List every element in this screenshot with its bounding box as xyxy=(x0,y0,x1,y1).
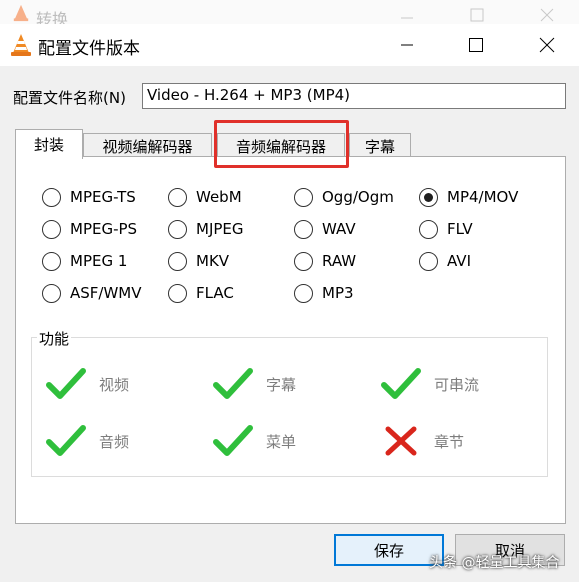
radio-label: Ogg/Ogm xyxy=(322,188,394,206)
feature-streamable: 可串流 xyxy=(380,366,479,402)
save-button[interactable]: 保存 xyxy=(334,534,444,566)
radio-label: FLV xyxy=(447,220,473,238)
maximize-icon xyxy=(470,8,484,22)
radio-label: RAW xyxy=(322,252,357,270)
profile-name-input[interactable]: Video - H.264 + MP3 (MP4) xyxy=(142,83,566,109)
dialog-title: 配置文件版本 xyxy=(38,39,140,59)
radio-circle xyxy=(168,251,187,271)
features-group-label: 功能 xyxy=(37,328,72,349)
radio-webm[interactable]: WebM xyxy=(168,185,242,209)
feature-subtitles: 字幕 xyxy=(212,366,296,402)
feature-audio: 音频 xyxy=(45,423,129,459)
radio-circle xyxy=(42,219,61,239)
radio-circle xyxy=(419,219,438,239)
vlc-cone-icon xyxy=(13,4,29,22)
radio-mjpeg[interactable]: MJPEG xyxy=(168,217,244,241)
radio-mpeg-ts[interactable]: MPEG-TS xyxy=(42,185,136,209)
radio-raw[interactable]: RAW xyxy=(294,249,356,273)
radio-circle xyxy=(294,251,313,271)
radio-ogg-ogm[interactable]: Ogg/Ogm xyxy=(294,185,394,209)
radio-wav[interactable]: WAV xyxy=(294,217,356,241)
feature-menu: 菜单 xyxy=(212,423,296,459)
radio-mkv[interactable]: MKV xyxy=(168,249,229,273)
radio-mp3[interactable]: MP3 xyxy=(294,281,354,305)
feature-label: 音频 xyxy=(99,432,130,451)
feature-label: 可串流 xyxy=(434,375,480,394)
feature-label: 章节 xyxy=(434,432,465,451)
tab-label: 封装 xyxy=(33,136,64,154)
check-icon xyxy=(213,368,253,399)
radio-label: MJPEG xyxy=(196,220,244,238)
feature-chapters: 章节 xyxy=(380,423,464,459)
feature-label: 视频 xyxy=(99,375,130,394)
radio-label: WebM xyxy=(196,188,242,206)
radio-label: ASF/WMV xyxy=(70,284,142,302)
radio-circle xyxy=(294,219,313,239)
close-button[interactable] xyxy=(524,24,570,66)
radio-flv[interactable]: FLV xyxy=(419,217,473,241)
profile-name-label: 配置文件名称(N) xyxy=(13,89,126,107)
feature-label: 字幕 xyxy=(266,375,297,394)
cross-icon xyxy=(385,426,417,456)
tab-encapsulation[interactable]: 封装 xyxy=(15,129,83,159)
radio-label: MPEG-TS xyxy=(70,188,136,206)
tab-label: 字幕 xyxy=(364,138,395,156)
radio-mpeg-ps[interactable]: MPEG-PS xyxy=(42,217,137,241)
maximize-icon xyxy=(469,38,483,52)
minimize-icon xyxy=(401,44,413,46)
minimize-icon xyxy=(401,17,413,19)
radio-circle xyxy=(42,283,61,303)
tab-label: 视频编解码器 xyxy=(102,138,193,156)
watermark-text: 头条 @轻量工具集合 xyxy=(429,555,560,571)
radio-selected-dot xyxy=(424,192,433,202)
radio-circle xyxy=(419,251,438,271)
radio-label: FLAC xyxy=(196,284,234,302)
radio-label: AVI xyxy=(447,252,471,270)
radio-label: MPEG-PS xyxy=(70,220,138,238)
radio-label: MP4/MOV xyxy=(447,188,519,206)
check-icon xyxy=(46,368,86,399)
close-icon xyxy=(540,8,554,22)
tab-label: 音频编解码器 xyxy=(235,138,326,156)
feature-video: 视频 xyxy=(45,366,129,402)
feature-label: 菜单 xyxy=(266,432,297,451)
check-icon xyxy=(381,368,421,399)
check-icon xyxy=(46,425,86,456)
radio-circle xyxy=(168,283,187,303)
dialog-titlebar: 配置文件版本 xyxy=(0,24,579,66)
radio-label: MKV xyxy=(196,252,230,270)
save-button-label: 保存 xyxy=(373,541,404,560)
vlc-cone-icon xyxy=(11,34,31,56)
maximize-button[interactable] xyxy=(453,24,499,66)
radio-asf-wmv[interactable]: ASF/WMV xyxy=(42,281,142,305)
background-window-titlebar: 转换 xyxy=(0,0,579,29)
radio-circle xyxy=(42,251,61,271)
radio-avi[interactable]: AVI xyxy=(419,249,471,273)
close-icon xyxy=(539,37,555,53)
radio-label: MPEG 1 xyxy=(70,252,128,270)
radio-circle xyxy=(42,187,61,207)
radio-label: MP3 xyxy=(322,284,354,302)
radio-circle xyxy=(294,187,313,207)
radio-label: WAV xyxy=(322,220,356,238)
radio-mp4-mov[interactable]: MP4/MOV xyxy=(419,185,518,209)
radio-flac[interactable]: FLAC xyxy=(168,281,234,305)
check-icon xyxy=(213,425,253,456)
radio-circle xyxy=(168,187,187,207)
radio-circle xyxy=(419,187,438,207)
radio-circle xyxy=(294,283,313,303)
minimize-button[interactable] xyxy=(384,24,430,66)
radio-circle xyxy=(168,219,187,239)
radio-mpeg-1[interactable]: MPEG 1 xyxy=(42,249,127,273)
